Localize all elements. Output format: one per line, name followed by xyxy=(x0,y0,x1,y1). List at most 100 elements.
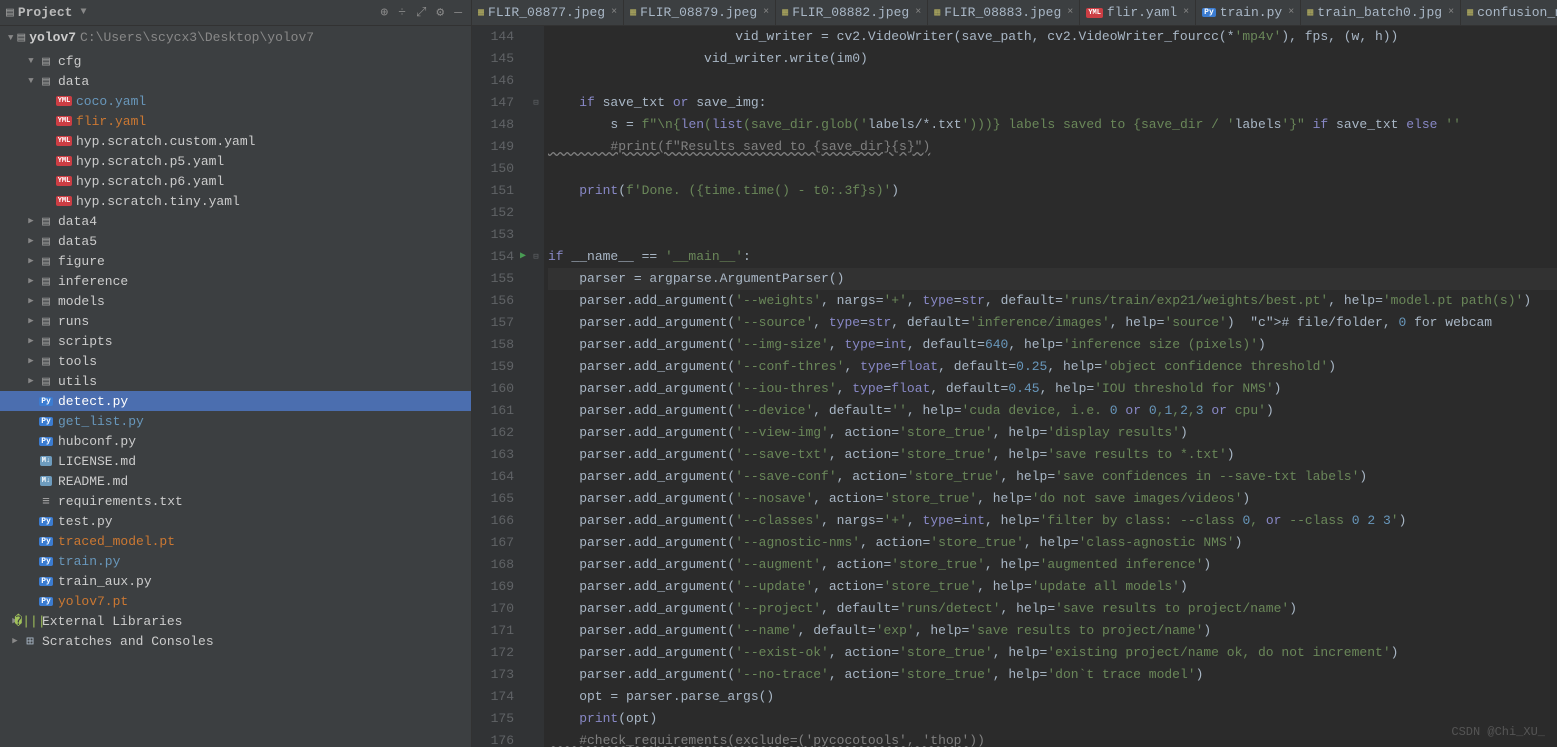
fold-marker[interactable] xyxy=(528,334,544,356)
code-line[interactable]: parser.add_argument('--img-size', type=i… xyxy=(548,334,1557,356)
tree-item[interactable]: YMLhyp.scratch.tiny.yaml xyxy=(0,191,471,211)
editor-tab[interactable]: ▦FLIR_08883.jpeg× xyxy=(928,0,1080,25)
tree-item[interactable]: YMLhyp.scratch.p5.yaml xyxy=(0,151,471,171)
code-line[interactable]: print(opt) xyxy=(548,708,1557,730)
fold-marker[interactable] xyxy=(528,422,544,444)
fold-marker[interactable] xyxy=(528,642,544,664)
fold-marker[interactable] xyxy=(528,730,544,747)
tree-item[interactable]: Pytraced_model.pt xyxy=(0,531,471,551)
tree-item[interactable]: Pydetect.py xyxy=(0,391,471,411)
close-icon[interactable]: × xyxy=(611,7,617,18)
code-line[interactable]: parser.add_argument('--update', action='… xyxy=(548,576,1557,598)
fold-marker[interactable] xyxy=(528,356,544,378)
tree-item[interactable]: Pytrain.py xyxy=(0,551,471,571)
code-line[interactable]: parser.add_argument('--source', type=str… xyxy=(548,312,1557,334)
fold-marker[interactable] xyxy=(528,554,544,576)
code-line[interactable]: #print(f"Results saved to {save_dir}{s}"… xyxy=(548,136,1557,158)
chevron-icon[interactable]: ▶ xyxy=(24,296,38,306)
hide-icon[interactable]: — xyxy=(451,5,465,20)
chevron-down-icon[interactable]: ▼ xyxy=(8,33,13,43)
run-icon[interactable]: ▶ xyxy=(520,246,526,268)
fold-marker[interactable] xyxy=(528,444,544,466)
fold-marker[interactable] xyxy=(528,576,544,598)
target-icon[interactable]: ⊕ xyxy=(377,5,391,20)
fold-marker[interactable] xyxy=(528,202,544,224)
code-line[interactable]: parser.add_argument('--conf-thres', type… xyxy=(548,356,1557,378)
fold-marker[interactable] xyxy=(528,532,544,554)
code-line[interactable]: parser.add_argument('--view-img', action… xyxy=(548,422,1557,444)
tree-item[interactable]: YMLhyp.scratch.p6.yaml xyxy=(0,171,471,191)
code-line[interactable] xyxy=(548,224,1557,246)
chevron-icon[interactable]: ▶ xyxy=(24,356,38,366)
close-icon[interactable]: × xyxy=(1067,7,1073,18)
fold-marker[interactable] xyxy=(528,466,544,488)
expand-icon[interactable]: ⤢ xyxy=(413,5,429,20)
code-line[interactable]: opt = parser.parse_args() xyxy=(548,686,1557,708)
tree-item[interactable]: ▼▤cfg xyxy=(0,51,471,71)
chevron-icon[interactable]: ▶ xyxy=(8,636,22,646)
tree-footer-item[interactable]: ▶�|||External Libraries xyxy=(0,611,471,631)
fold-marker[interactable] xyxy=(528,598,544,620)
chevron-icon[interactable]: ▶ xyxy=(24,316,38,326)
code-editor[interactable]: 144145146147148149150151152153154▶155156… xyxy=(472,26,1557,747)
code-line[interactable]: parser.add_argument('--iou-thres', type=… xyxy=(548,378,1557,400)
fold-marker[interactable] xyxy=(528,488,544,510)
code-line[interactable]: if __name__ == '__main__': xyxy=(548,246,1557,268)
editor-tab[interactable]: ▦FLIR_08879.jpeg× xyxy=(624,0,776,25)
fold-marker[interactable] xyxy=(528,114,544,136)
chevron-icon[interactable]: ▶ xyxy=(24,336,38,346)
tree-item[interactable]: YMLhyp.scratch.custom.yaml xyxy=(0,131,471,151)
editor-tab[interactable]: ▦FLIR_08882.jpeg× xyxy=(776,0,928,25)
tree-item[interactable]: ▶▤tools xyxy=(0,351,471,371)
fold-marker[interactable] xyxy=(528,400,544,422)
code-line[interactable]: parser.add_argument('--nosave', action='… xyxy=(548,488,1557,510)
code-area[interactable]: vid_writer = cv2.VideoWriter(save_path, … xyxy=(544,26,1557,747)
fold-marker[interactable] xyxy=(528,312,544,334)
fold-marker[interactable] xyxy=(528,26,544,48)
code-line[interactable]: vid_writer = cv2.VideoWriter(save_path, … xyxy=(548,26,1557,48)
tree-item[interactable]: YMLflir.yaml xyxy=(0,111,471,131)
gear-icon[interactable]: ⚙ xyxy=(433,5,447,20)
code-line[interactable] xyxy=(548,202,1557,224)
tree-item[interactable]: YMLcoco.yaml xyxy=(0,91,471,111)
chevron-icon[interactable]: ▶ xyxy=(24,276,38,286)
fold-marker[interactable]: ⊟ xyxy=(528,92,544,114)
fold-marker[interactable] xyxy=(528,158,544,180)
tree-item[interactable]: Pytrain_aux.py xyxy=(0,571,471,591)
editor-tab[interactable]: YMLflir.yaml× xyxy=(1080,0,1196,25)
tree-item[interactable]: Pyget_list.py xyxy=(0,411,471,431)
chevron-icon[interactable]: ▼ xyxy=(24,76,38,86)
fold-marker[interactable] xyxy=(528,136,544,158)
close-icon[interactable]: × xyxy=(763,7,769,18)
tree-item[interactable]: ▶▤runs xyxy=(0,311,471,331)
tree-item[interactable]: Pyhubconf.py xyxy=(0,431,471,451)
code-line[interactable]: parser.add_argument('--device', default=… xyxy=(548,400,1557,422)
code-line[interactable]: s = f"\n{len(list(save_dir.glob('labels/… xyxy=(548,114,1557,136)
code-line[interactable]: vid_writer.write(im0) xyxy=(548,48,1557,70)
code-line[interactable]: parser.add_argument('--classes', nargs='… xyxy=(548,510,1557,532)
fold-marker[interactable] xyxy=(528,620,544,642)
tree-item[interactable]: ▶▤data5 xyxy=(0,231,471,251)
close-icon[interactable]: × xyxy=(1183,7,1189,18)
tree-item[interactable]: ▶▤data4 xyxy=(0,211,471,231)
tree-item[interactable]: ▶▤utils xyxy=(0,371,471,391)
fold-marker[interactable] xyxy=(528,70,544,92)
tree-item[interactable]: ▶▤inference xyxy=(0,271,471,291)
code-line[interactable]: parser.add_argument('--save-conf', actio… xyxy=(548,466,1557,488)
fold-marker[interactable] xyxy=(528,686,544,708)
editor-tab[interactable]: Pytrain.py× xyxy=(1196,0,1301,25)
code-line[interactable]: parser.add_argument('--weights', nargs='… xyxy=(548,290,1557,312)
code-line[interactable]: if save_txt or save_img: xyxy=(548,92,1557,114)
close-icon[interactable]: × xyxy=(915,7,921,18)
chevron-icon[interactable]: ▼ xyxy=(24,56,38,66)
code-line[interactable]: parser.add_argument('--project', default… xyxy=(548,598,1557,620)
fold-marker[interactable] xyxy=(528,48,544,70)
fold-marker[interactable] xyxy=(528,378,544,400)
chevron-icon[interactable]: ▶ xyxy=(24,236,38,246)
tree-item[interactable]: M↓LICENSE.md xyxy=(0,451,471,471)
code-line[interactable]: print(f'Done. ({time.time() - t0:.3f}s)'… xyxy=(548,180,1557,202)
code-line[interactable]: parser.add_argument('--exist-ok', action… xyxy=(548,642,1557,664)
editor-tab[interactable]: ▦train_batch0.jpg× xyxy=(1301,0,1461,25)
code-line[interactable] xyxy=(548,158,1557,180)
code-line[interactable]: parser.add_argument('--augment', action=… xyxy=(548,554,1557,576)
